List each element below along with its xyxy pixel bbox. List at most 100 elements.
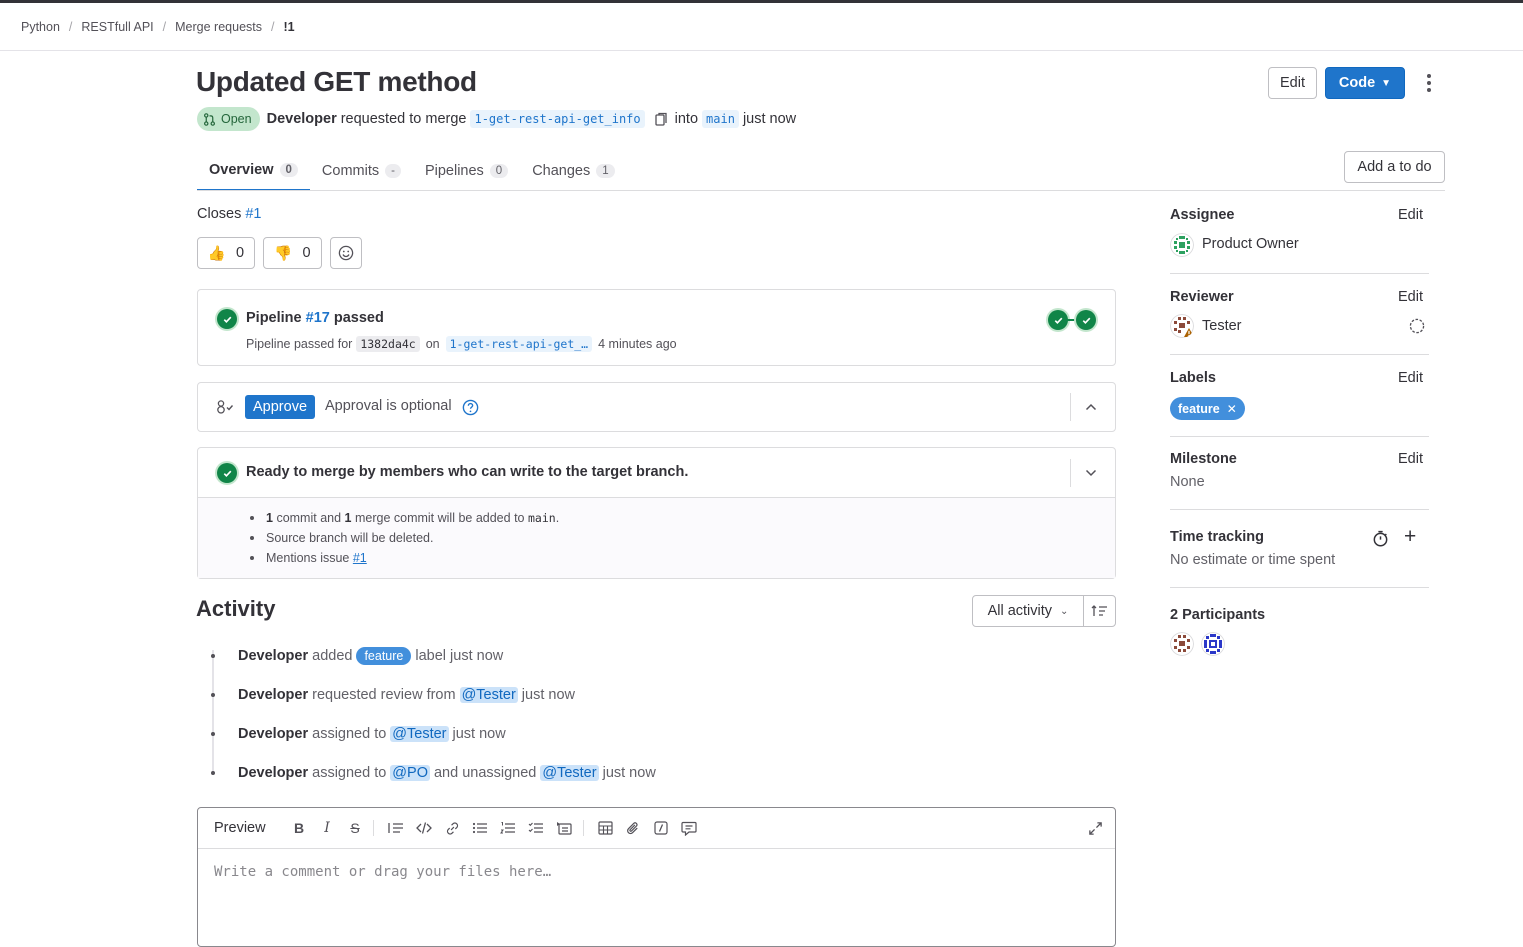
- reviewer-name[interactable]: Tester: [1202, 318, 1242, 334]
- avatar[interactable]: [1170, 314, 1194, 338]
- strikethrough-icon[interactable]: S: [346, 819, 364, 837]
- avatar[interactable]: [1201, 632, 1225, 656]
- pipeline-status: passed: [333, 310, 384, 326]
- commit-sha[interactable]: 1382da4c: [356, 336, 420, 352]
- breadcrumb-item-project[interactable]: RESTfull API: [81, 20, 153, 34]
- time-tracking-title: Time tracking: [1170, 529, 1265, 545]
- smiley-icon: [338, 245, 354, 261]
- link-icon[interactable]: [443, 819, 461, 837]
- chevron-down-icon[interactable]: [1084, 466, 1098, 483]
- breadcrumb-item-group[interactable]: Python: [21, 20, 60, 34]
- timeline-dot: [211, 654, 215, 658]
- table-icon[interactable]: [596, 819, 614, 837]
- italic-icon[interactable]: I: [318, 819, 336, 837]
- user-mention[interactable]: @Tester: [540, 765, 599, 781]
- quick-actions-icon[interactable]: [652, 819, 670, 837]
- merge-commit-count: 1: [344, 511, 352, 525]
- stage-deploy-icon[interactable]: [1076, 310, 1096, 330]
- breadcrumb-separator: /: [68, 20, 73, 34]
- pipeline-branch[interactable]: 1-get-rest-api-get_…: [445, 336, 593, 352]
- pipeline-link[interactable]: #17: [306, 310, 330, 326]
- thumbs-up-button[interactable]: 👍 0: [197, 237, 255, 269]
- note-author[interactable]: Developer: [238, 726, 308, 742]
- labels-edit-button[interactable]: Edit: [1398, 370, 1423, 386]
- mentions-issue-link[interactable]: #1: [353, 551, 367, 565]
- commit-count: 1: [266, 511, 273, 525]
- note-author[interactable]: Developer: [238, 648, 308, 664]
- bullet-list-icon[interactable]: [471, 819, 489, 837]
- add-todo-button[interactable]: Add a to do: [1344, 151, 1445, 183]
- tab-label: Pipelines: [424, 163, 484, 179]
- add-time-button[interactable]: +: [1404, 525, 1416, 549]
- numbered-list-icon[interactable]: [499, 819, 517, 837]
- assignee-edit-button[interactable]: Edit: [1398, 207, 1423, 223]
- chevron-up-icon[interactable]: [1084, 400, 1098, 417]
- note-author[interactable]: Developer: [238, 765, 308, 781]
- sort-order-button[interactable]: [1083, 595, 1116, 627]
- tab-count: 0: [489, 164, 509, 178]
- closes-issue-link[interactable]: #1: [245, 206, 261, 222]
- code-dropdown-button[interactable]: Code ▼: [1325, 67, 1405, 99]
- approval-icon: [216, 399, 234, 418]
- task-list-icon[interactable]: [527, 819, 545, 837]
- kebab-dot: [1427, 81, 1431, 85]
- labels-title: Labels: [1170, 370, 1216, 386]
- breadcrumb: Python / RESTfull API / Merge requests /…: [21, 19, 295, 35]
- note-text: assigned to: [312, 765, 387, 781]
- label-feature[interactable]: feature ✕: [1170, 397, 1245, 420]
- assignee-name[interactable]: Product Owner: [1202, 236, 1299, 252]
- system-note: Developer assigned to @PO and unassigned…: [238, 763, 656, 783]
- thumbs-up-icon: 👍: [207, 245, 226, 262]
- status-success-icon[interactable]: [217, 309, 237, 329]
- comment-input[interactable]: Write a comment or drag your files here…: [214, 864, 551, 880]
- bold-icon[interactable]: B: [290, 819, 308, 837]
- mr-author[interactable]: Developer: [267, 111, 337, 127]
- copy-icon[interactable]: [654, 112, 668, 126]
- quote-icon[interactable]: [387, 819, 405, 837]
- timeline-dot: [211, 732, 215, 736]
- commit-text: commit and: [276, 511, 342, 525]
- status-badge: Open: [197, 107, 260, 131]
- thumbs-down-button[interactable]: 👎 0: [263, 237, 322, 269]
- tab-commits[interactable]: Commits -: [310, 151, 413, 191]
- user-mention[interactable]: @Tester: [390, 726, 449, 742]
- avatar[interactable]: [1170, 632, 1194, 656]
- user-mention[interactable]: @Tester: [459, 687, 518, 703]
- reviewer-edit-button[interactable]: Edit: [1398, 289, 1423, 305]
- tab-overview[interactable]: Overview 0: [197, 151, 310, 191]
- fullscreen-icon[interactable]: [1086, 819, 1104, 837]
- tab-pipelines[interactable]: Pipelines 0: [413, 151, 520, 191]
- help-icon[interactable]: [462, 399, 479, 419]
- sidebar-divider: [1170, 354, 1429, 355]
- breadcrumb-item-current[interactable]: !1: [283, 20, 294, 34]
- comment-template-icon[interactable]: [680, 819, 698, 837]
- preview-toggle[interactable]: Preview: [214, 820, 266, 836]
- stage-test-icon[interactable]: [1048, 310, 1068, 330]
- breadcrumb-separator: /: [162, 20, 167, 34]
- tab-changes[interactable]: Changes 1: [520, 151, 626, 191]
- divider: [1070, 393, 1071, 421]
- activity-filter-dropdown[interactable]: All activity ⌄: [972, 595, 1084, 627]
- merge-details-list: 1 commit and 1 merge commit will be adde…: [250, 510, 559, 570]
- add-reaction-button[interactable]: [330, 237, 362, 269]
- code-icon[interactable]: [415, 819, 433, 837]
- labels-section: Labels Edit feature ✕: [1170, 370, 1429, 430]
- edit-button[interactable]: Edit: [1268, 67, 1317, 99]
- source-branch[interactable]: 1-get-rest-api-get_info: [470, 110, 645, 128]
- note-author[interactable]: Developer: [238, 687, 308, 703]
- milestone-edit-button[interactable]: Edit: [1398, 451, 1423, 467]
- label-feature[interactable]: feature: [356, 647, 412, 665]
- user-mention[interactable]: @PO: [390, 765, 430, 781]
- close-icon[interactable]: ✕: [1227, 402, 1237, 416]
- attach-file-icon[interactable]: [624, 819, 642, 837]
- avatar[interactable]: [1170, 233, 1194, 257]
- target-branch[interactable]: main: [702, 110, 739, 128]
- collapsible-section-icon[interactable]: [555, 819, 573, 837]
- system-note: Developer added feature label just now: [238, 646, 503, 666]
- approve-button[interactable]: Approve: [245, 395, 316, 419]
- stopwatch-icon[interactable]: [1372, 530, 1389, 550]
- closes-text: Closes: [197, 206, 242, 222]
- breadcrumb-item-merge-requests[interactable]: Merge requests: [175, 20, 262, 34]
- more-actions-button[interactable]: [1419, 70, 1439, 96]
- list-item: Mentions issue #1: [250, 550, 559, 570]
